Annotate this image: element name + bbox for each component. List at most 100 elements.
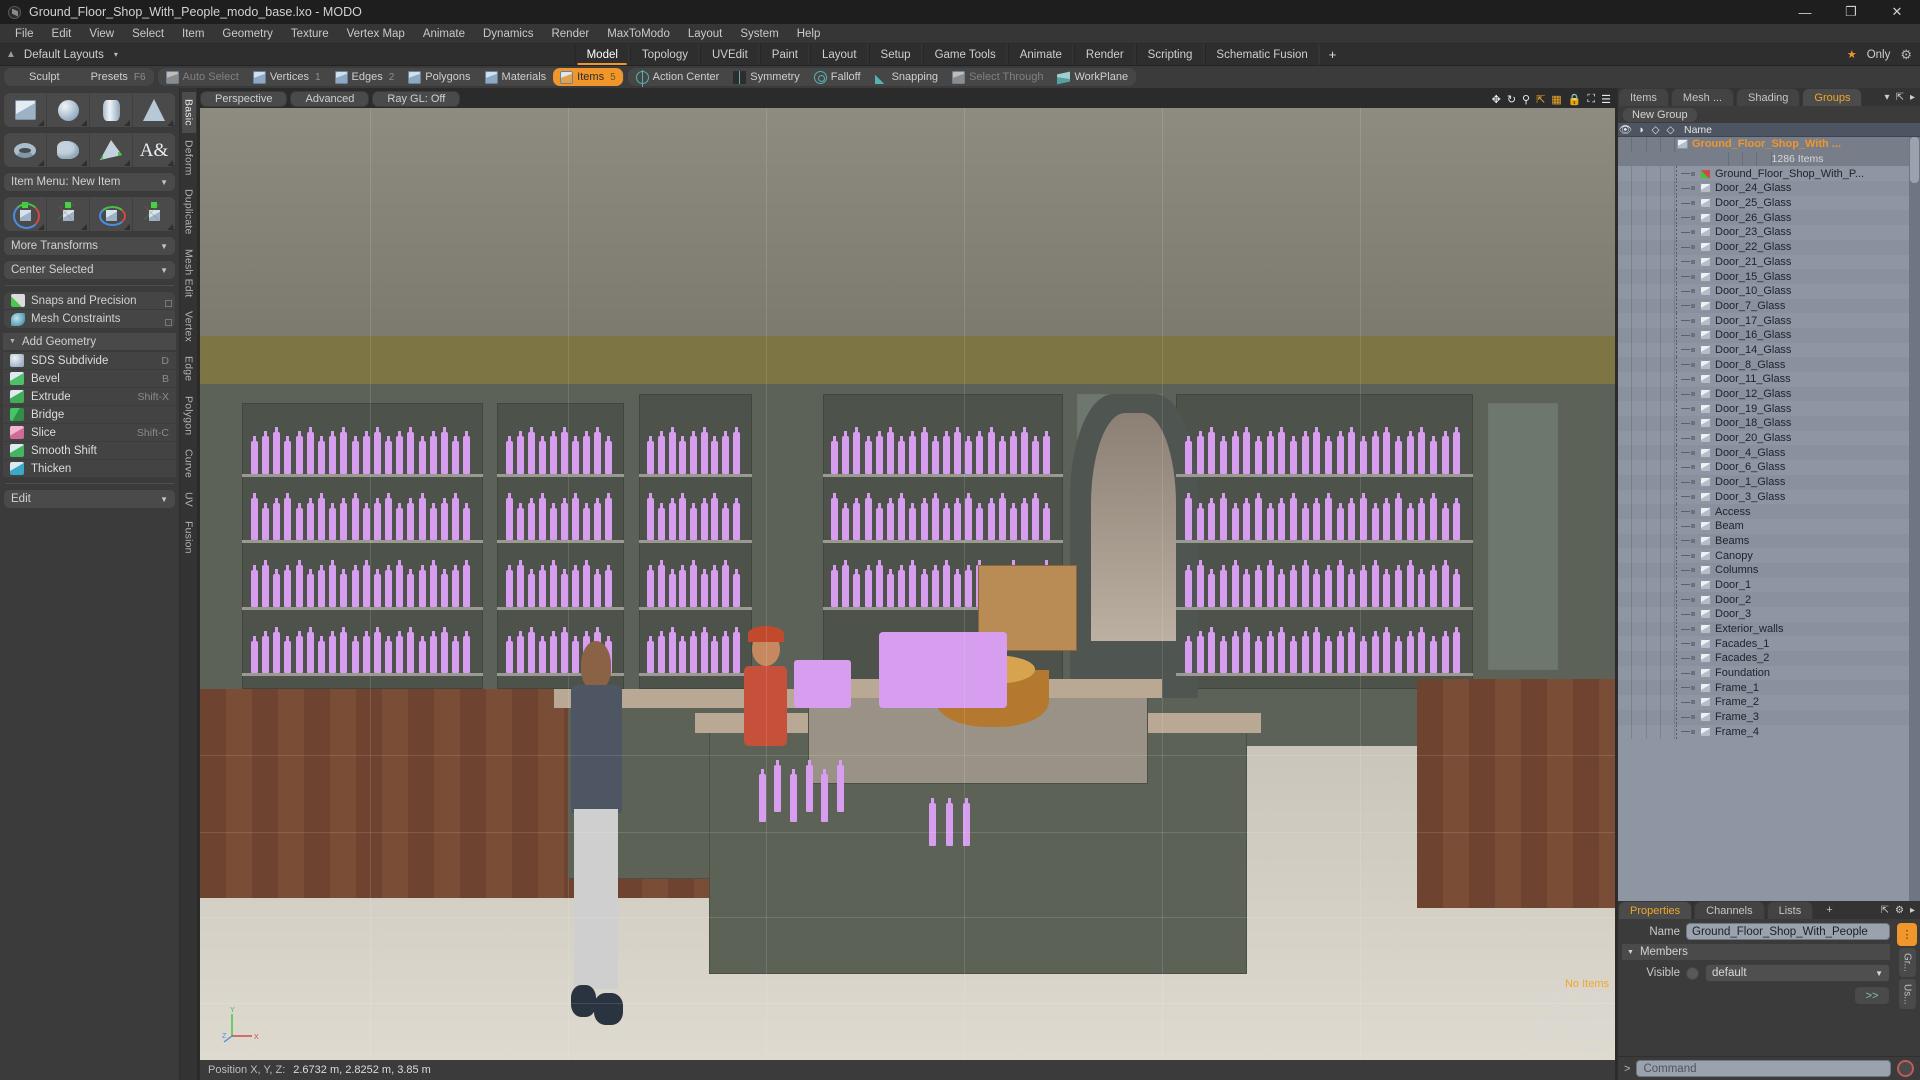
edit-dropdown[interactable]: Edit ▼	[3, 489, 176, 509]
visible-toggle[interactable]	[1686, 966, 1699, 980]
properties-side-menu-icon[interactable]: ⋮	[1897, 923, 1917, 946]
tree-row-item[interactable]: Canopy	[1618, 548, 1920, 563]
tree-row-item[interactable]: Door_24_Glass	[1618, 181, 1920, 196]
tree-row-item[interactable]: Door_4_Glass	[1618, 445, 1920, 461]
side-tab-groups[interactable]: Gr...	[1898, 948, 1916, 977]
menu-item-help[interactable]: Help	[788, 26, 830, 42]
rotate-viewport-icon[interactable]: ↻	[1507, 93, 1516, 106]
center-selected-dropdown[interactable]: Center Selected ▼	[3, 260, 176, 280]
tree-row-item[interactable]: Facades_1	[1618, 636, 1920, 652]
torus-icon[interactable]	[4, 133, 47, 167]
viewport-perspective-button[interactable]: Perspective	[200, 91, 288, 107]
tree-row-item[interactable]: Frame_1	[1618, 680, 1920, 696]
scale-icon[interactable]	[133, 197, 175, 231]
right-tab-groups[interactable]: Groups	[1802, 88, 1863, 106]
side-tab-users[interactable]: Us...	[1898, 978, 1916, 1010]
zoom-viewport-icon[interactable]: ⚲	[1522, 93, 1530, 106]
vertical-tab-basic[interactable]: Basic	[181, 92, 196, 133]
tree-row-root[interactable]: Ground_Floor_Shop_With ...	[1618, 137, 1920, 152]
properties-tab-lists[interactable]: Lists	[1766, 901, 1814, 919]
cylinder-icon[interactable]	[90, 93, 133, 127]
menu-item-item[interactable]: Item	[173, 26, 213, 42]
tree-row-item[interactable]: Door_3	[1618, 607, 1920, 622]
chevron-down-icon[interactable]: ▾	[114, 50, 118, 59]
eye-icon[interactable]: 👁	[1618, 123, 1633, 136]
mode-button-vertices[interactable]: Vertices 1	[246, 68, 328, 86]
gear-icon[interactable]: ⚙	[1900, 47, 1912, 63]
mesh-constraints-button[interactable]: Mesh Constraints	[3, 310, 176, 329]
layout-tab-layout[interactable]: Layout	[809, 44, 869, 65]
star-icon[interactable]: ★	[1847, 48, 1857, 61]
viewport-advanced-button[interactable]: Advanced	[290, 91, 370, 107]
record-icon[interactable]	[1897, 1060, 1914, 1077]
mode-button-presets[interactable]: Presets F6	[67, 68, 153, 86]
tree-row-item[interactable]: Door_1	[1618, 577, 1920, 593]
item-menu-dropdown[interactable]: Item Menu: New Item ▼	[3, 172, 176, 192]
maximize-panel-icon[interactable]: ⇱	[1896, 92, 1904, 103]
geometry-tool-smooth-shift[interactable]: Smooth Shift	[3, 442, 176, 460]
properties-tab-properties[interactable]: Properties	[1618, 901, 1693, 919]
mode-button-edges[interactable]: Edges 2	[328, 68, 402, 86]
tree-row-item[interactable]: Exterior_walls	[1618, 621, 1920, 637]
3d-viewport[interactable]: Y X Z No Items Polygons : Face Channels:…	[200, 108, 1615, 1060]
vertical-tab-uv[interactable]: UV	[182, 485, 196, 514]
geometry-tool-extrude[interactable]: Extrude Shift-X	[3, 388, 176, 406]
vertical-tab-fusion[interactable]: Fusion	[182, 514, 196, 561]
menu-item-render[interactable]: Render	[542, 26, 598, 42]
tree-row-item[interactable]: Door_18_Glass	[1618, 416, 1920, 431]
tree-row-item[interactable]: Frame_3	[1618, 709, 1920, 725]
mode-button-materials[interactable]: Materials	[478, 68, 554, 86]
tree-row-item[interactable]: Door_17_Glass	[1618, 313, 1920, 328]
add-geometry-section-header[interactable]: ▼ Add Geometry	[3, 333, 176, 350]
layout-tab-topology[interactable]: Topology	[629, 44, 700, 65]
vertical-tab-mesh-edit[interactable]: Mesh Edit	[182, 242, 196, 305]
tree-row-item[interactable]: Frame_2	[1618, 695, 1920, 710]
panel-menu-icon[interactable]: ▸	[1910, 92, 1915, 103]
menu-item-select[interactable]: Select	[123, 26, 173, 42]
menu-item-geometry[interactable]: Geometry	[213, 26, 282, 42]
menu-item-texture[interactable]: Texture	[282, 26, 338, 42]
properties-tab-channels[interactable]: Channels	[1694, 901, 1765, 919]
tree-row-item[interactable]: Door_15_Glass	[1618, 269, 1920, 284]
tree-row-item[interactable]: Access	[1618, 504, 1920, 519]
geometry-tool-thicken[interactable]: Thicken	[3, 460, 176, 478]
cube-icon[interactable]	[4, 93, 47, 127]
tree-row-item[interactable]: Facades_2	[1618, 651, 1920, 666]
chevron-down-icon[interactable]: ▾	[1885, 92, 1890, 103]
layout-tab-uvedit[interactable]: UVEdit	[699, 44, 760, 65]
tree-row-item[interactable]: Door_12_Glass	[1618, 386, 1920, 402]
blob-icon[interactable]	[47, 133, 90, 167]
group-item-tree[interactable]: Ground_Floor_Shop_With ... 1286 Items Grou…	[1618, 137, 1920, 901]
mode-button-select-through[interactable]: Select Through	[945, 68, 1050, 86]
layout-tab-model[interactable]: Model	[574, 44, 630, 65]
menu-item-edit[interactable]: Edit	[43, 26, 81, 42]
menu-item-system[interactable]: System	[731, 26, 787, 42]
tree-row-item[interactable]: Door_1_Glass	[1618, 474, 1920, 490]
tree-row-item[interactable]: Door_10_Glass	[1618, 283, 1920, 299]
transform-all-icon[interactable]	[4, 197, 47, 231]
tree-row-item[interactable]: Door_26_Glass	[1618, 210, 1920, 226]
mode-button-items[interactable]: Items 5	[553, 68, 623, 86]
tree-row-item[interactable]: Door_25_Glass	[1618, 195, 1920, 211]
right-tab-mesh[interactable]: Mesh ...	[1670, 88, 1735, 106]
mode-button-falloff[interactable]: Falloff	[807, 68, 868, 86]
panel-menu-icon[interactable]: ▸	[1910, 905, 1915, 916]
rotate-icon[interactable]	[90, 197, 133, 231]
menu-item-vertex-map[interactable]: Vertex Map	[338, 26, 414, 42]
geometry-tool-bridge[interactable]: Bridge	[3, 406, 176, 424]
tree-row-item[interactable]: Door_22_Glass	[1618, 239, 1920, 255]
mode-button-action-center[interactable]: Action Center	[629, 68, 727, 87]
tree-row-item[interactable]: Beam	[1618, 518, 1920, 534]
mode-button-auto-select[interactable]: Auto Select	[159, 68, 246, 86]
minimize-button[interactable]: —	[1782, 0, 1828, 24]
maximize-panel-icon[interactable]: ⇱	[1881, 905, 1889, 916]
mode-button-snapping[interactable]: Snapping	[868, 68, 946, 86]
name-input[interactable]: Ground_Floor_Shop_With_People	[1686, 923, 1890, 940]
close-button[interactable]: ✕	[1874, 0, 1920, 24]
maximize-button[interactable]: ❐	[1828, 0, 1874, 24]
mode-button-polygons[interactable]: Polygons	[401, 68, 477, 86]
tree-row-item[interactable]: Foundation	[1618, 665, 1920, 681]
tree-row-item[interactable]: Door_6_Glass	[1618, 460, 1920, 475]
mode-button-sculpt[interactable]: Sculpt	[5, 68, 67, 86]
right-tab-shading[interactable]: Shading	[1736, 88, 1801, 106]
